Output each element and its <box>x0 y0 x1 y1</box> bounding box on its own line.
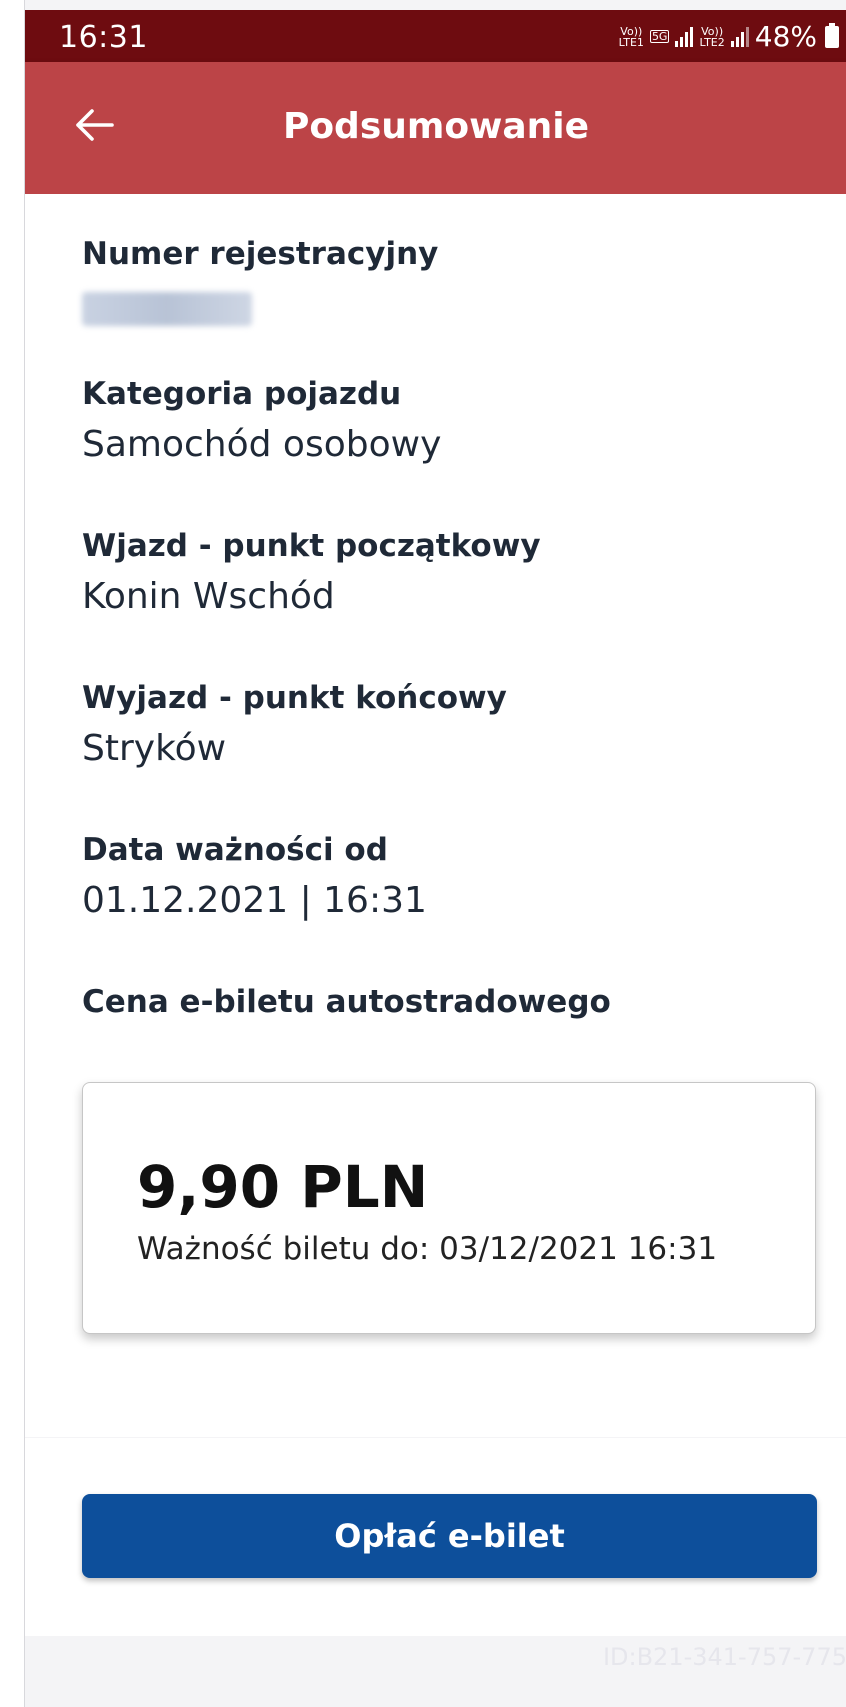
watermark: ID:B21-341-757-775 <box>602 1643 846 1671</box>
status-bar: 16:31 Vo)) LTE1 5G Vo)) LTE2 48% <box>25 10 846 62</box>
action-area: Opłać e-bilet <box>25 1438 846 1636</box>
summary-section: Numer rejestracyjny Kategoria pojazdu Sa… <box>25 194 846 1437</box>
ticket-validity: Ważność biletu do: 03/12/2021 16:31 <box>137 1231 718 1267</box>
battery-icon <box>825 22 839 48</box>
registration-value-obscured <box>82 292 252 326</box>
volte-sim2-icon: Vo)) LTE2 <box>699 24 725 49</box>
phone-screen: 16:31 Vo)) LTE1 5G Vo)) LTE2 48% Podsumo… <box>24 0 846 1707</box>
registration-label: Numer rejestracyjny <box>82 236 439 272</box>
valid-from-label: Data ważności od <box>82 832 388 868</box>
price-label: Cena e-biletu autostradowego <box>82 984 611 1020</box>
vehicle-category-field: Kategoria pojazdu Samochód osobowy <box>82 376 441 465</box>
status-indicators: Vo)) LTE1 5G Vo)) LTE2 48% <box>619 20 839 53</box>
exit-point-field: Wyjazd - punkt końcowy Stryków <box>82 680 507 769</box>
pay-ticket-button[interactable]: Opłać e-bilet <box>82 1494 817 1578</box>
battery-percent: 48% <box>754 20 817 53</box>
entry-point-field: Wjazd - punkt początkowy Konin Wschód <box>82 528 541 617</box>
registration-field: Numer rejestracyjny <box>82 236 438 326</box>
exit-point-label: Wyjazd - punkt końcowy <box>82 680 507 716</box>
exit-point-value: Stryków <box>82 728 227 769</box>
signal-sim2-icon <box>730 26 749 47</box>
entry-point-value: Konin Wschód <box>82 576 335 617</box>
price-card: 9,90 PLN Ważność biletu do: 03/12/2021 1… <box>82 1082 816 1334</box>
signal-sim1-icon <box>675 26 694 47</box>
price-field: Cena e-biletu autostradowego <box>82 984 611 1020</box>
vehicle-category-label: Kategoria pojazdu <box>82 376 402 412</box>
entry-point-label: Wjazd - punkt początkowy <box>82 528 541 564</box>
status-time: 16:31 <box>59 20 148 55</box>
valid-from-value: 01.12.2021 | 16:31 <box>82 880 427 921</box>
vehicle-category-value: Samochód osobowy <box>82 424 442 465</box>
ticket-price: 9,90 PLN <box>137 1153 429 1221</box>
5g-network-icon: 5G <box>649 30 670 43</box>
page-title: Podsumowanie <box>282 106 590 147</box>
valid-from-field: Data ważności od 01.12.2021 | 16:31 <box>82 832 427 921</box>
volte-sim1-icon: Vo)) LTE1 <box>618 24 644 49</box>
app-bar: Podsumowanie <box>25 62 846 194</box>
